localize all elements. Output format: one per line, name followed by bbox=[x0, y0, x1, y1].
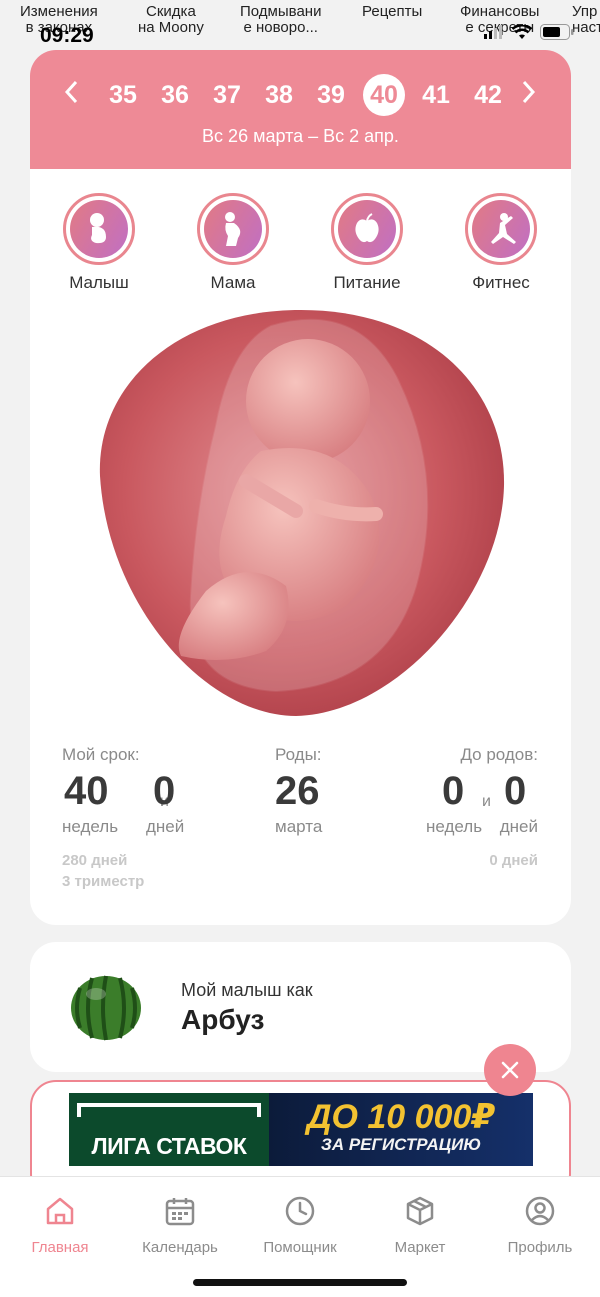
week-number[interactable]: 36 bbox=[154, 74, 196, 116]
week-number[interactable]: 38 bbox=[258, 74, 300, 116]
profile-icon bbox=[525, 1196, 555, 1226]
tab-label: Маркет bbox=[394, 1239, 446, 1256]
ad-banner[interactable]: ЛИГА СТАВОК ДО 10 000₽ ЗА РЕГИСТРАЦИЮ bbox=[69, 1093, 533, 1166]
week-number[interactable]: 41 bbox=[415, 74, 457, 116]
calendar-icon bbox=[165, 1198, 195, 1226]
box-icon bbox=[406, 1196, 434, 1226]
story-title-line1: Скидка bbox=[146, 3, 196, 20]
fetus-illustration bbox=[99, 310, 505, 716]
left-days-value: 0 bbox=[504, 769, 527, 813]
trimester: 3 триместр bbox=[62, 873, 145, 890]
category-mother[interactable]: Мама bbox=[178, 193, 288, 293]
prev-week-arrow-icon[interactable] bbox=[56, 80, 86, 110]
fitness-icon bbox=[491, 213, 516, 244]
tab-calendar[interactable]: Календарь bbox=[120, 1195, 240, 1256]
birth-month: марта bbox=[275, 817, 323, 836]
week-number[interactable]: 37 bbox=[206, 74, 248, 116]
battery-icon bbox=[540, 24, 574, 40]
tab-market[interactable]: Маркет bbox=[360, 1195, 480, 1256]
tab-label: Профиль bbox=[507, 1239, 573, 1256]
baby-size-subtitle: Мой малыш как bbox=[181, 980, 313, 1000]
close-ad-button[interactable] bbox=[484, 1044, 536, 1096]
category-fitness[interactable]: Фитнес bbox=[446, 193, 556, 293]
week-number[interactable]: 35 bbox=[102, 74, 144, 116]
status-icons bbox=[484, 24, 574, 40]
term-total-days: 280 дней bbox=[62, 852, 128, 869]
story-item[interactable]: Упр наст bbox=[572, 4, 600, 36]
week-number[interactable]: 39 bbox=[310, 74, 352, 116]
left-weeks-value: 0 bbox=[442, 769, 465, 813]
tab-label: Главная bbox=[31, 1239, 89, 1256]
story-title-line2: на Moony bbox=[138, 19, 204, 36]
category-label: Фитнес bbox=[472, 273, 530, 292]
category-label: Малыш bbox=[69, 273, 129, 292]
tab-label: Календарь bbox=[142, 1239, 218, 1256]
term-weeks-value: 40 bbox=[64, 769, 109, 813]
status-time: 09:29 bbox=[40, 24, 94, 44]
category-nutrition[interactable]: Питание bbox=[312, 193, 422, 293]
clock-icon bbox=[285, 1196, 315, 1226]
term-days-value: 0 bbox=[153, 769, 176, 813]
week-number-active[interactable]: 40 bbox=[363, 74, 405, 116]
story-title-line1: Подмывани bbox=[240, 3, 322, 20]
watermelon-icon bbox=[71, 975, 141, 1041]
birth-day: 26 bbox=[275, 769, 320, 813]
ad-tagline: ЗА РЕГИСТРАЦИЮ bbox=[320, 1135, 482, 1154]
story-title-line1: Рецепты bbox=[362, 3, 423, 20]
term-days-unit: дней bbox=[146, 817, 185, 836]
story-title-line2: е новоро... bbox=[243, 19, 318, 36]
pregnancy-card: 35 36 37 38 39 40 41 42 Вс 26 марта – Вс… bbox=[30, 50, 571, 925]
term-label: Мой срок: bbox=[62, 745, 140, 764]
birth-label: Роды: bbox=[275, 745, 322, 764]
weeks-row: 35 36 37 38 39 40 41 42 bbox=[30, 74, 571, 116]
left-days-unit: дней bbox=[499, 817, 538, 836]
term-weeks-unit: недель bbox=[62, 817, 119, 836]
left-label: До родов: bbox=[460, 745, 538, 764]
story-title-line1: Упр bbox=[572, 3, 598, 20]
ad-brand: ЛИГА СТАВОК bbox=[91, 1133, 247, 1159]
ad-amount: ДО 10 000₽ bbox=[306, 1098, 496, 1136]
category-label: Мама bbox=[210, 273, 256, 292]
category-label: Питание bbox=[333, 273, 401, 292]
wifi-icon bbox=[512, 24, 532, 39]
mother-icon bbox=[225, 212, 241, 246]
story-title-line2: наст bbox=[572, 19, 600, 36]
term-stats: Мой срок: 40 и 0 недель дней 280 дней 3 … bbox=[62, 745, 538, 895]
signal-icon bbox=[484, 25, 502, 39]
left-weeks-unit: недель bbox=[426, 817, 483, 836]
tab-label: Помощник bbox=[263, 1239, 337, 1256]
top-strip: Изменения в законах Скидка на Moony Подм… bbox=[0, 0, 600, 45]
story-title-line1: Финансовы bbox=[460, 3, 540, 20]
apple-icon bbox=[355, 213, 379, 243]
tab-assistant[interactable]: Помощник bbox=[240, 1195, 360, 1256]
week-number[interactable]: 42 bbox=[467, 74, 509, 116]
left-and: и bbox=[482, 793, 491, 810]
close-icon bbox=[501, 1061, 519, 1079]
week-selector: 35 36 37 38 39 40 41 42 Вс 26 марта – Вс… bbox=[30, 50, 571, 169]
story-item[interactable]: Подмывани е новоро... bbox=[240, 4, 321, 36]
story-item[interactable]: Скидка на Moony bbox=[138, 4, 204, 36]
tab-home[interactable]: Главная bbox=[0, 1195, 120, 1256]
category-baby[interactable]: Малыш bbox=[44, 193, 154, 293]
baby-icon bbox=[90, 213, 106, 244]
home-icon bbox=[46, 1197, 74, 1225]
baby-size-fruit: Арбуз bbox=[181, 1004, 265, 1035]
tab-profile[interactable]: Профиль bbox=[480, 1195, 600, 1256]
home-indicator bbox=[193, 1279, 407, 1286]
left-total-days: 0 дней bbox=[489, 852, 538, 869]
story-item[interactable]: Рецепты bbox=[362, 4, 422, 20]
next-week-arrow-icon[interactable] bbox=[514, 80, 544, 110]
ad-brand-block: ЛИГА СТАВОК bbox=[69, 1093, 269, 1166]
story-title-line1: Изменения bbox=[20, 3, 98, 20]
week-date-range: Вс 26 марта – Вс 2 апр. bbox=[202, 126, 399, 146]
category-row: Малыш Мама Питание Фитнес bbox=[30, 193, 571, 293]
ad-offer-block: ДО 10 000₽ ЗА РЕГИСТРАЦИЮ bbox=[269, 1093, 533, 1166]
